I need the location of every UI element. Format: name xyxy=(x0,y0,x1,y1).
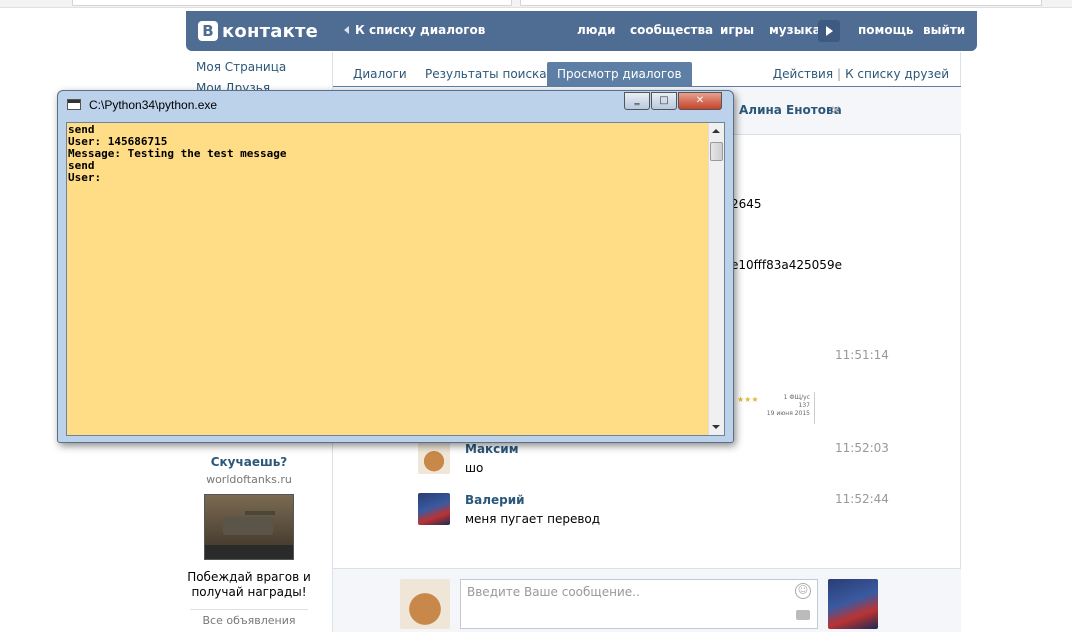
message-text: шо xyxy=(465,461,484,475)
console-output: send User: 145686715 Message: Testing th… xyxy=(68,123,287,184)
vk-header: В контакте К списку диалогов люди сообще… xyxy=(186,11,977,51)
chevron-left-icon xyxy=(344,26,349,34)
nav-music[interactable]: музыка xyxy=(769,23,821,37)
friends-list-link[interactable]: К списку друзей xyxy=(845,67,949,81)
scroll-down-icon[interactable] xyxy=(712,425,720,429)
tab-view-dialogs[interactable]: Просмотр диалогов xyxy=(547,62,692,86)
peer-avatar[interactable] xyxy=(828,579,878,629)
maximize-button[interactable]: □ xyxy=(651,92,677,110)
smile-icon[interactable]: ☺ xyxy=(795,583,811,599)
message-text-fragment: e10fff83a425059e xyxy=(731,258,842,272)
avatar[interactable] xyxy=(418,493,450,525)
browser-tab-edge xyxy=(520,0,1042,6)
actions-link[interactable]: Действия xyxy=(773,67,833,81)
scroll-thumb[interactable] xyxy=(710,142,723,161)
my-avatar[interactable] xyxy=(400,579,450,629)
tab-search-results[interactable]: Результаты поиска xyxy=(425,62,547,86)
play-icon xyxy=(826,26,833,36)
widget-line: 19 июня 2015 xyxy=(766,410,810,417)
message-time: 11:51:14 xyxy=(835,348,889,362)
message-time: 11:52:03 xyxy=(835,441,889,455)
back-to-dialogs-label: К списку диалогов xyxy=(355,23,486,37)
console-titlebar[interactable]: C:\Python34\python.exe ‗ □ ✕ xyxy=(58,91,733,117)
browser-tab-edge xyxy=(72,0,512,6)
game-widget[interactable]: ★★★ 1 ФЩ/ус 137 19 июня 2015 xyxy=(725,392,815,424)
close-icon[interactable]: × xyxy=(830,103,841,118)
console-output-area[interactable]: send User: 145686715 Message: Testing th… xyxy=(66,122,725,436)
compose-area: Введите Ваше сообщение.. ☺ xyxy=(333,568,961,632)
ad-divider xyxy=(190,609,308,610)
ad-text[interactable]: Побеждай врагов и получай награды! xyxy=(186,570,312,600)
console-app-icon xyxy=(67,99,81,110)
message-text-fragment: 2645 xyxy=(731,197,762,211)
ad-image[interactable] xyxy=(204,494,294,560)
message-input[interactable]: Введите Ваше сообщение.. xyxy=(460,579,818,629)
tab-dialogs[interactable]: Диалоги xyxy=(353,62,407,86)
stars-icon: ★★★ xyxy=(737,395,759,404)
python-console-window[interactable]: C:\Python34\python.exe ‗ □ ✕ send User: … xyxy=(57,90,734,443)
camera-icon[interactable] xyxy=(796,610,810,620)
message-time: 11:52:44 xyxy=(835,492,889,506)
actions-bar: Действия | К списку друзей xyxy=(773,67,949,81)
nav-people[interactable]: люди xyxy=(577,23,616,37)
game-hud xyxy=(205,545,293,559)
music-play-button[interactable] xyxy=(818,20,840,42)
message-author[interactable]: Максим xyxy=(465,442,519,456)
nav-help[interactable]: помощь xyxy=(858,23,913,37)
message-author[interactable]: Валерий xyxy=(465,493,525,507)
vk-logo-icon: В xyxy=(198,21,218,41)
nav-communities[interactable]: сообщества xyxy=(630,23,713,37)
dialog-peer-name[interactable]: Алина Енотова xyxy=(739,103,842,117)
minimize-button[interactable]: ‗ xyxy=(624,92,650,110)
left-menu-my-page[interactable]: Моя Страница xyxy=(196,60,286,81)
message-text: меня пугает перевод xyxy=(465,512,601,526)
nav-logout[interactable]: выйти xyxy=(923,23,965,37)
ad-block: Скучаешь? worldoftanks.ru Побеждай враго… xyxy=(186,455,312,627)
tabs: Диалоги Результаты поиска Просмотр диало… xyxy=(333,62,961,86)
all-ads-link[interactable]: Все объявления xyxy=(186,614,312,627)
console-scrollbar[interactable] xyxy=(708,123,724,435)
tank-body xyxy=(223,517,273,535)
avatar[interactable] xyxy=(418,442,450,474)
browser-strip xyxy=(0,0,1072,8)
console-title: C:\Python34\python.exe xyxy=(89,98,218,112)
vk-logo[interactable]: В контакте xyxy=(198,19,318,43)
vk-logo-text: контакте xyxy=(222,20,319,42)
nav-games[interactable]: игры xyxy=(720,23,754,37)
tank-gun xyxy=(245,511,275,515)
back-to-dialogs-link[interactable]: К списку диалогов xyxy=(344,23,485,37)
close-button[interactable]: ✕ xyxy=(678,92,722,110)
actions-separator: | xyxy=(837,67,842,81)
ad-title[interactable]: Скучаешь? xyxy=(186,455,312,469)
scroll-up-icon[interactable] xyxy=(712,129,720,133)
ad-domain[interactable]: worldoftanks.ru xyxy=(186,473,312,486)
